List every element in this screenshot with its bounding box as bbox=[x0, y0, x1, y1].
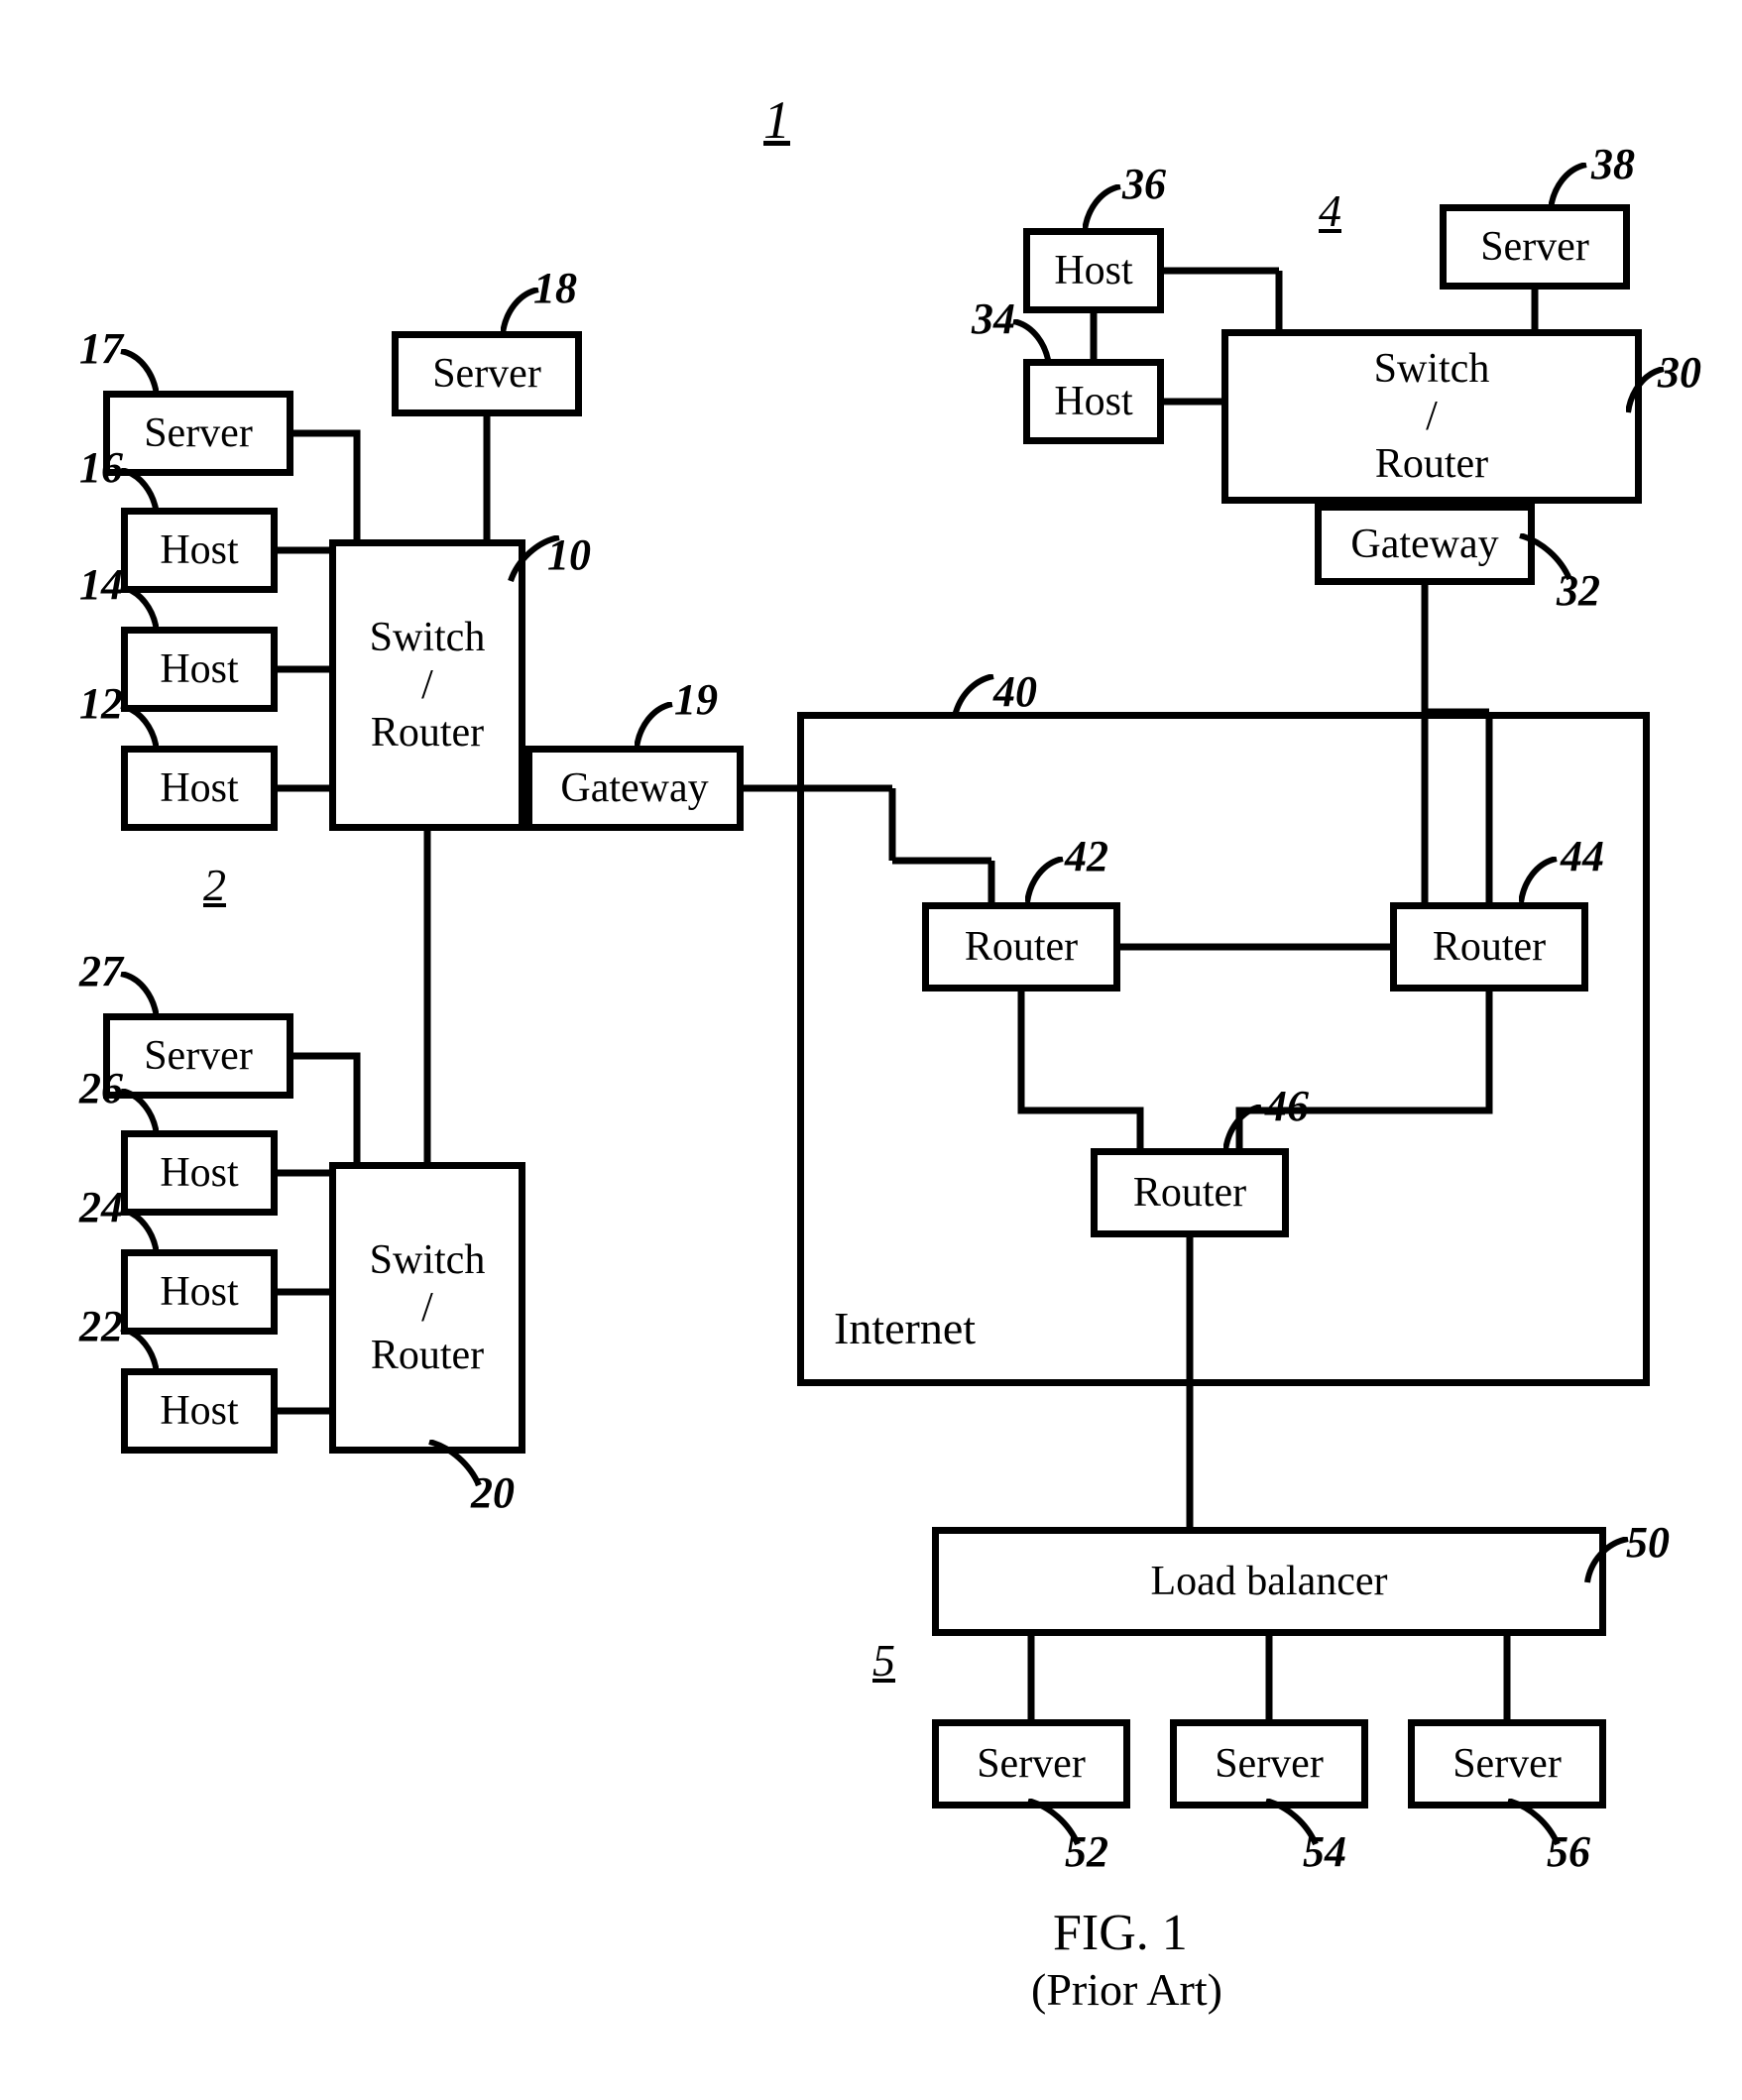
figure-caption-line1: FIG. 1 bbox=[1053, 1904, 1188, 1962]
refnum-50: 50 bbox=[1626, 1517, 1670, 1568]
node-host-26: Host bbox=[121, 1130, 278, 1216]
refnum-18: 18 bbox=[533, 263, 577, 313]
refnum-24: 24 bbox=[79, 1182, 123, 1232]
node-host-12: Host bbox=[121, 746, 278, 831]
refnum-27: 27 bbox=[79, 946, 123, 996]
node-server-38: Server bbox=[1440, 204, 1630, 290]
node-gateway-19: Gateway bbox=[525, 746, 744, 831]
node-host-34: Host bbox=[1023, 359, 1164, 444]
refnum-10: 10 bbox=[547, 529, 591, 580]
refnum-56: 56 bbox=[1547, 1826, 1590, 1877]
region-5-label: 5 bbox=[872, 1634, 895, 1687]
diagram-canvas: 1 Server 18 Server 17 Host 16 Host 14 Ho… bbox=[0, 0, 1742, 2100]
refnum-36: 36 bbox=[1122, 159, 1166, 209]
node-router-44: Router bbox=[1390, 902, 1588, 992]
node-host-14: Host bbox=[121, 627, 278, 712]
refnum-40: 40 bbox=[993, 666, 1037, 717]
refnum-42: 42 bbox=[1065, 831, 1108, 881]
region-4-label: 4 bbox=[1319, 184, 1341, 237]
node-switch-router-20: Switch / Router bbox=[329, 1162, 525, 1454]
refnum-38: 38 bbox=[1591, 139, 1635, 189]
node-router-46: Router bbox=[1091, 1148, 1289, 1237]
node-server-18: Server bbox=[392, 331, 582, 416]
node-server-54: Server bbox=[1170, 1719, 1368, 1808]
node-server-27: Server bbox=[103, 1013, 293, 1099]
refnum-16: 16 bbox=[79, 442, 123, 493]
refnum-32: 32 bbox=[1557, 565, 1600, 616]
node-host-24: Host bbox=[121, 1249, 278, 1335]
refnum-19: 19 bbox=[674, 674, 718, 725]
refnum-20: 20 bbox=[471, 1467, 515, 1518]
refnum-12: 12 bbox=[79, 678, 123, 729]
node-gateway-32: Gateway bbox=[1315, 504, 1535, 585]
node-server-56: Server bbox=[1408, 1719, 1606, 1808]
refnum-54: 54 bbox=[1303, 1826, 1346, 1877]
node-host-36: Host bbox=[1023, 228, 1164, 313]
refnum-44: 44 bbox=[1561, 831, 1604, 881]
figure-caption-line2: (Prior Art) bbox=[1031, 1963, 1222, 2016]
internet-label: Internet bbox=[834, 1303, 976, 1355]
refnum-14: 14 bbox=[79, 559, 123, 610]
refnum-34: 34 bbox=[972, 293, 1015, 344]
figure-number: 1 bbox=[763, 89, 790, 151]
node-server-52: Server bbox=[932, 1719, 1130, 1808]
refnum-52: 52 bbox=[1065, 1826, 1108, 1877]
region-2-label: 2 bbox=[203, 859, 226, 911]
node-router-42: Router bbox=[922, 902, 1120, 992]
refnum-17: 17 bbox=[79, 323, 123, 374]
node-switch-router-30: Switch / Router bbox=[1221, 329, 1642, 504]
node-switch-router-10: Switch / Router bbox=[329, 539, 525, 831]
node-host-22: Host bbox=[121, 1368, 278, 1454]
node-server-17: Server bbox=[103, 391, 293, 476]
refnum-30: 30 bbox=[1658, 347, 1701, 398]
refnum-22: 22 bbox=[79, 1301, 123, 1351]
node-load-balancer-50: Load balancer bbox=[932, 1527, 1606, 1636]
refnum-26: 26 bbox=[79, 1063, 123, 1113]
node-internet-box: Internet bbox=[797, 712, 1650, 1386]
node-host-16: Host bbox=[121, 508, 278, 593]
refnum-46: 46 bbox=[1265, 1081, 1309, 1131]
